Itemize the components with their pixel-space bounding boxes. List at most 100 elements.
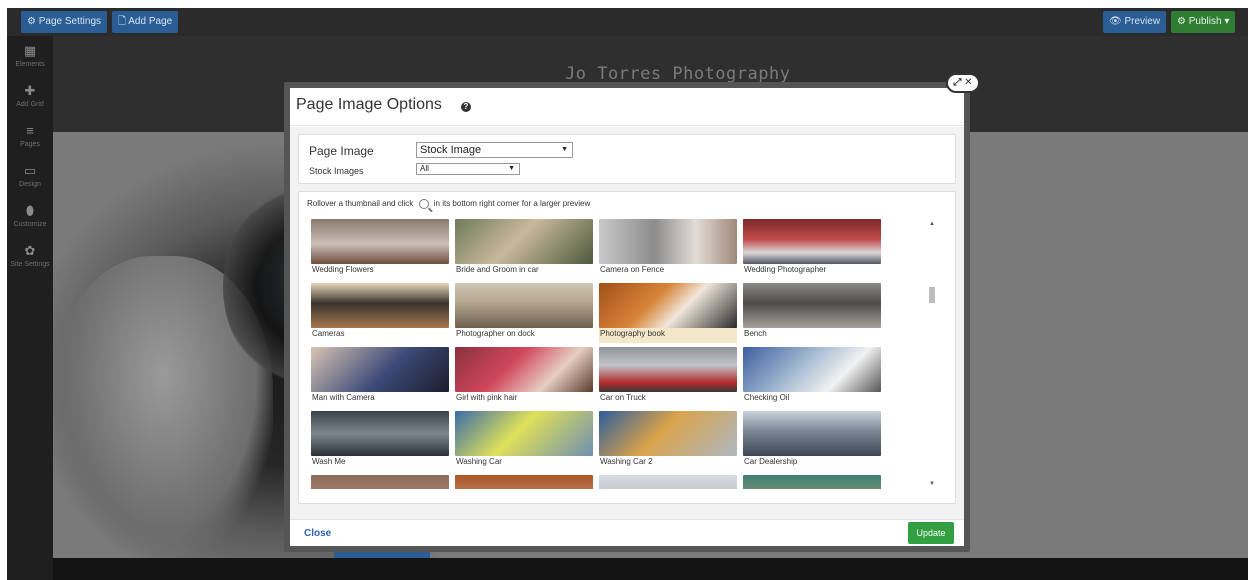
add-page-button[interactable]: 🗋 Add Page — [112, 11, 179, 33]
thumbnail-tile[interactable]: Car Dealership — [743, 411, 881, 471]
thumbnail-tile[interactable]: Bride and Groom in car — [455, 219, 593, 279]
sidebar-item-label: Design — [19, 181, 41, 188]
thumbnail-tile[interactable]: Girl with pink hair — [455, 347, 593, 407]
thumbnail-image[interactable] — [743, 347, 881, 392]
thumbnail-image[interactable] — [455, 475, 593, 489]
sidebar-item-design[interactable]: ▭ Design — [7, 164, 53, 190]
thumbnail-tile[interactable]: Bench — [743, 283, 881, 343]
gallery-scrollbar[interactable]: ▲ ▼ — [927, 219, 937, 489]
site-title: Jo Torres Photography — [565, 64, 791, 84]
modal-title: Page Image Options — [296, 96, 442, 113]
image-options-panel: Page Image Stock Image ▼ Stock Images Al… — [298, 134, 956, 184]
thumbnail-caption: Camera on Fence — [600, 265, 665, 274]
sidebar-item-label: Pages — [20, 141, 40, 148]
thumbnail-grid: Wedding Flowers Bride and Groom in car Cam… — [311, 219, 911, 489]
thumbnail-tile[interactable]: Washing Car — [455, 411, 593, 471]
thumbnail-tile[interactable]: Man with Camera — [311, 347, 449, 407]
dropdown-arrow-icon: ▼ — [508, 165, 515, 172]
scroll-down-icon[interactable]: ▼ — [929, 481, 935, 487]
footer-strip — [53, 558, 1248, 580]
modal-header: Page Image Options ? — [290, 88, 964, 126]
thumbnail-caption: Washing Car — [456, 457, 502, 466]
sidebar-item-elements[interactable]: ▦ Elements — [7, 44, 53, 70]
thumbnail-image[interactable] — [311, 219, 449, 264]
sidebar-item-label: Elements — [15, 61, 45, 68]
stock-images-label: Stock Images — [309, 166, 364, 176]
gallery-hint-text-end: in its bottom right corner for a larger … — [433, 199, 591, 208]
thumbnail-image[interactable] — [455, 283, 593, 328]
thumbnail-tile[interactable]: Photography book — [599, 283, 737, 343]
thumbnail-caption: Wash Me — [312, 457, 346, 466]
modal-body: Page Image Stock Image ▼ Stock Images Al… — [290, 127, 964, 519]
scroll-up-icon[interactable]: ▲ — [929, 221, 935, 227]
page-image-select[interactable]: Stock Image ▼ — [416, 142, 573, 158]
monitor-icon: ▭ — [23, 163, 37, 178]
thumbnail-tile[interactable] — [743, 475, 881, 489]
preview-button[interactable]: 👁 Preview — [1103, 11, 1167, 33]
thumbnail-image[interactable] — [599, 219, 737, 264]
thumbnail-caption: Bride and Groom in car — [456, 265, 539, 274]
sidebar-item-label: Site Settings — [10, 261, 50, 268]
update-button[interactable]: Update — [908, 522, 954, 544]
page-image-label: Page Image — [309, 144, 374, 158]
dropdown-arrow-icon: ▼ — [561, 146, 568, 153]
thumbnail-caption: Girl with pink hair — [456, 393, 518, 402]
publish-button[interactable]: ⚙ Publish ▾ — [1171, 11, 1236, 33]
page-settings-button[interactable]: ⚙ Page Settings — [21, 11, 108, 33]
thumbnail-caption: Car on Truck — [600, 393, 646, 402]
sidebar-item-label: Add Grid — [16, 101, 44, 108]
thumbnail-tile[interactable]: Washing Car 2 — [599, 411, 737, 471]
thumbnail-image[interactable] — [599, 347, 737, 392]
thumbnail-tile[interactable]: Checking Oil — [743, 347, 881, 407]
thumbnail-image[interactable] — [599, 283, 737, 328]
thumbnail-caption: Cameras — [312, 329, 345, 338]
close-link[interactable]: Close — [304, 528, 331, 539]
help-icon[interactable]: ? — [461, 102, 471, 112]
thumbnail-image[interactable] — [743, 283, 881, 328]
page-image-options-modal: Page Image Options ? Page Image Stock Im… — [284, 82, 970, 552]
modal-close-expand-icon[interactable]: ⤢ ✕ — [946, 73, 980, 93]
thumbnail-image[interactable] — [599, 475, 737, 489]
left-sidebar: ▦ Elements ✚ Add Grid ≡ Pages ▭ Design ⬮… — [7, 36, 53, 580]
modal-footer: Close Update — [290, 519, 964, 546]
thumbnail-image[interactable] — [311, 283, 449, 328]
thumbnail-caption: Washing Car 2 — [600, 457, 653, 466]
thumbnail-tile[interactable]: Wedding Photographer — [743, 219, 881, 279]
sidebar-item-site-settings[interactable]: ✿ Site Settings — [7, 244, 53, 270]
stock-image-gallery: Rollover a thumbnail and click in its bo… — [298, 191, 956, 504]
sidebar-item-customize[interactable]: ⬮ Customize — [7, 204, 53, 230]
sidebar-item-pages[interactable]: ≡ Pages — [7, 124, 53, 150]
sidebar-item-add-grid[interactable]: ✚ Add Grid — [7, 84, 53, 110]
thumbnail-image[interactable] — [455, 411, 593, 456]
thumbnail-tile[interactable]: Car on Truck — [599, 347, 737, 407]
thumbnail-tile[interactable] — [311, 475, 449, 489]
thumbnail-image[interactable] — [743, 475, 881, 489]
sidebar-item-label: Customize — [13, 221, 47, 228]
thumbnail-tile[interactable]: Camera on Fence — [599, 219, 737, 279]
stock-images-select[interactable]: All ▼ — [416, 163, 520, 175]
gallery-hint: Rollover a thumbnail and click in its bo… — [307, 199, 591, 209]
thumbnail-image[interactable] — [455, 347, 593, 392]
thumbnail-image[interactable] — [311, 411, 449, 456]
thumbnail-tile[interactable] — [455, 475, 593, 489]
thumbnail-tile[interactable]: Cameras — [311, 283, 449, 343]
stock-images-select-value: All — [420, 164, 429, 173]
thumbnail-caption: Man with Camera — [312, 393, 375, 402]
thumbnail-image[interactable] — [743, 411, 881, 456]
scrollbar-thumb[interactable] — [929, 287, 935, 303]
thumbnail-image[interactable] — [455, 219, 593, 264]
thumbnail-image[interactable] — [311, 475, 449, 489]
thumbnail-caption: Checking Oil — [744, 393, 790, 402]
grid-icon: ▦ — [23, 43, 37, 58]
thumbnail-image[interactable] — [311, 347, 449, 392]
thumbnail-tile[interactable]: Wedding Flowers — [311, 219, 449, 279]
pages-icon: ≡ — [26, 123, 34, 138]
thumbnail-caption: Photographer on dock — [456, 329, 535, 338]
thumbnail-caption: Bench — [744, 329, 767, 338]
thumbnail-tile[interactable]: Wash Me — [311, 411, 449, 471]
thumbnail-image[interactable] — [599, 411, 737, 456]
thumbnail-tile[interactable] — [599, 475, 737, 489]
thumbnail-tile[interactable]: Photographer on dock — [455, 283, 593, 343]
thumbnail-image[interactable] — [743, 219, 881, 264]
thumbnail-caption: Photography book — [600, 329, 665, 338]
